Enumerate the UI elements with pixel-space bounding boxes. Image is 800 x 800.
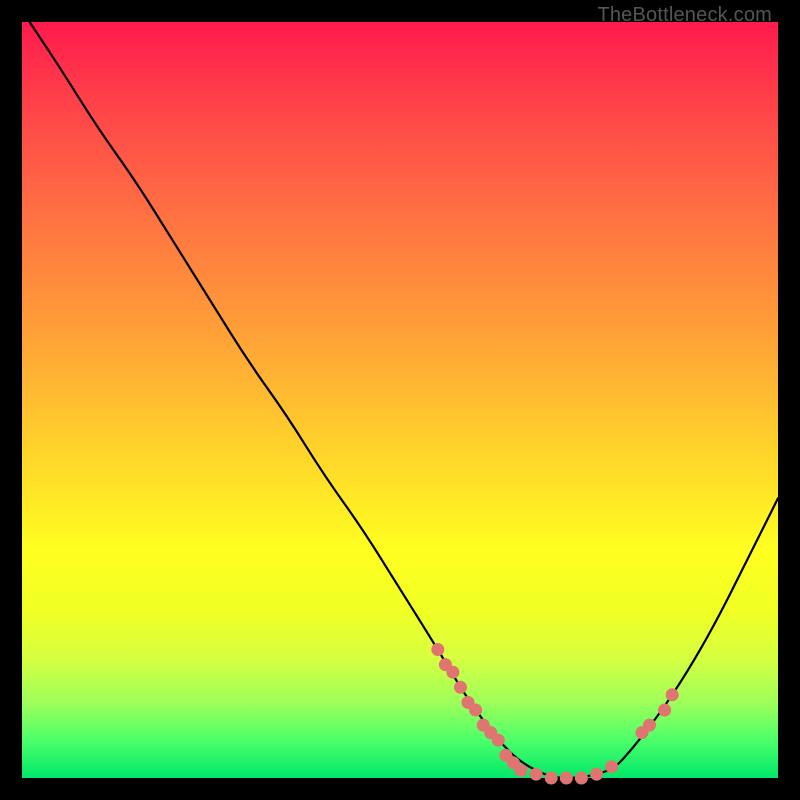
data-marker [492, 734, 505, 747]
data-marker [530, 768, 543, 781]
data-marker [454, 681, 467, 694]
data-marker [590, 768, 603, 781]
data-marker [431, 643, 444, 656]
data-marker [666, 688, 679, 701]
data-marker [515, 764, 528, 777]
chart-frame: TheBottleneck.com [0, 0, 800, 800]
data-marker [469, 704, 482, 717]
data-marker [643, 719, 656, 732]
marker-group [431, 643, 678, 785]
plot-area [22, 22, 778, 778]
data-marker [545, 772, 558, 785]
data-marker [446, 666, 459, 679]
data-marker [658, 704, 671, 717]
watermark-text: TheBottleneck.com [597, 4, 772, 27]
chart-overlay [22, 22, 778, 778]
bottleneck-curve [30, 22, 778, 778]
data-marker [605, 760, 618, 773]
data-marker [575, 772, 588, 785]
data-marker [560, 772, 573, 785]
